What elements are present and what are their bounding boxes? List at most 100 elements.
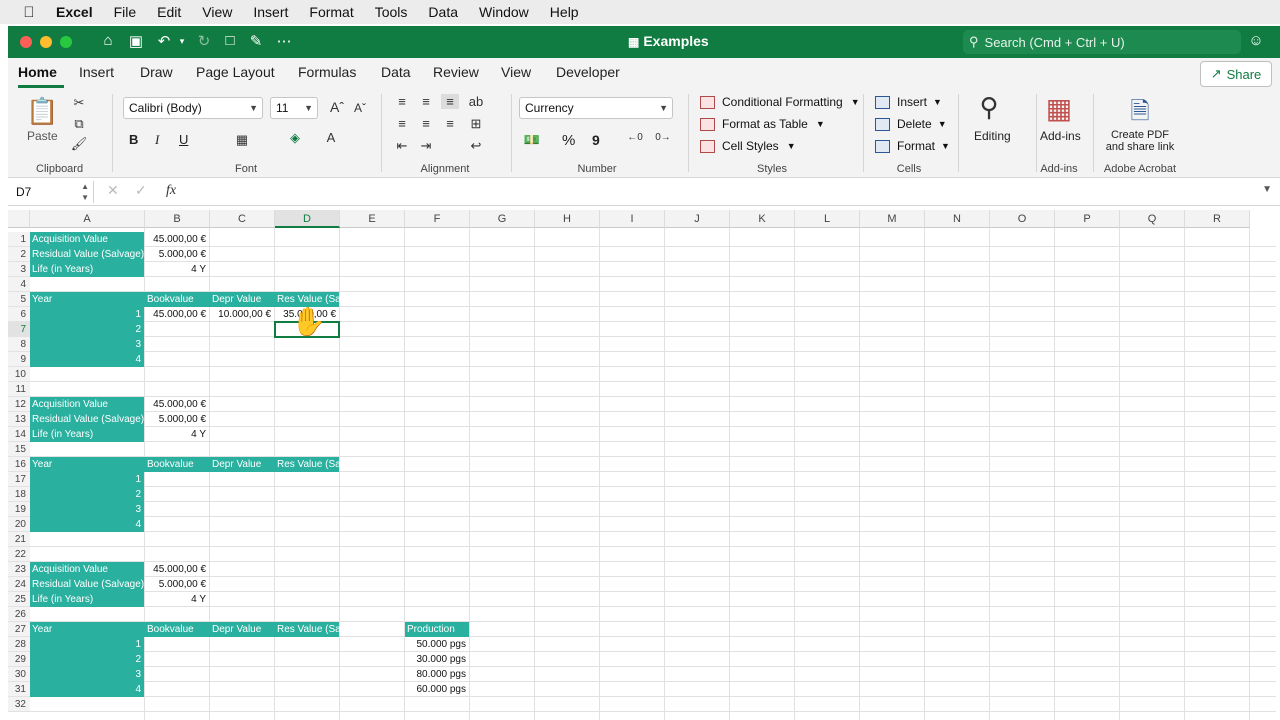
cell-a16[interactable]: Year <box>30 457 144 472</box>
cell-f29[interactable]: 30.000 pgs <box>405 652 469 667</box>
column-header-m[interactable]: M <box>860 210 925 228</box>
undo-dropdown-icon[interactable]: ▾ <box>172 36 192 47</box>
share-link-label[interactable]: and share link <box>1103 141 1177 153</box>
menu-format[interactable]: Format <box>309 4 353 20</box>
row-header-1[interactable]: 1 <box>8 232 30 247</box>
undo-icon[interactable]: ↶ <box>154 32 174 50</box>
tab-data[interactable]: Data <box>381 64 411 80</box>
row-header-20[interactable]: 20 <box>8 517 30 532</box>
cell-f31[interactable]: 60.000 pgs <box>405 682 469 697</box>
column-header-q[interactable]: Q <box>1120 210 1185 228</box>
row-header-13[interactable]: 13 <box>8 412 30 427</box>
tab-developer[interactable]: Developer <box>556 64 620 80</box>
tab-page-layout[interactable]: Page Layout <box>196 64 275 80</box>
font-color-icon[interactable]: A <box>322 130 340 145</box>
row-header-32[interactable]: 32 <box>8 697 30 712</box>
row-header-11[interactable]: 11 <box>8 382 30 397</box>
cell-d27[interactable]: Res Value (Salvage) <box>275 622 404 637</box>
save-icon[interactable]: ▣ <box>126 32 146 50</box>
menu-file[interactable]: File <box>114 4 137 20</box>
cell-a18[interactable]: 2 <box>30 487 144 502</box>
font-size-select[interactable]: 11 ▼ <box>270 97 318 119</box>
cell-a5[interactable]: Year <box>30 292 144 307</box>
row-header-9[interactable]: 9 <box>8 352 30 367</box>
cell-b12[interactable]: 45.000,00 € <box>145 397 209 412</box>
editing-button[interactable]: Editing <box>974 129 1011 143</box>
cell-a25[interactable]: Life (in Years) <box>30 592 144 607</box>
column-header-n[interactable]: N <box>925 210 990 228</box>
tab-insert[interactable]: Insert <box>79 64 114 80</box>
zoom-window-button[interactable] <box>60 36 72 48</box>
insert-function-button[interactable]: fx <box>166 183 176 199</box>
cell-b3[interactable]: 4 Y <box>145 262 209 277</box>
row-header-19[interactable]: 19 <box>8 502 30 517</box>
row-header-14[interactable]: 14 <box>8 427 30 442</box>
cell-c6[interactable]: 10.000,00 € <box>210 307 274 322</box>
row-header-22[interactable]: 22 <box>8 547 30 562</box>
cell-a1[interactable]: Acquisition Value <box>30 232 144 247</box>
apple-icon[interactable]:  <box>20 4 38 21</box>
cell-a14[interactable]: Life (in Years) <box>30 427 144 442</box>
menu-edit[interactable]: Edit <box>157 4 181 20</box>
cell-f30[interactable]: 80.000 pgs <box>405 667 469 682</box>
cell-a23[interactable]: Acquisition Value <box>30 562 144 577</box>
column-header-r[interactable]: R <box>1185 210 1250 228</box>
align-right-icon[interactable]: ≡ <box>441 116 459 131</box>
accounting-format-icon[interactable]: 💵 <box>523 132 541 148</box>
feedback-icon[interactable]: ☺ <box>1246 32 1266 49</box>
align-left-icon[interactable]: ≡ <box>393 116 411 131</box>
bold-button[interactable]: B <box>129 132 138 147</box>
underline-button[interactable]: U <box>179 132 188 147</box>
tab-draw[interactable]: Draw <box>140 64 173 80</box>
increase-font-size-icon[interactable]: Aˆ <box>328 99 346 115</box>
cell-styles-button[interactable]: Cell Styles ▼ <box>700 139 796 153</box>
confirm-entry-icon[interactable]: ✓ <box>135 182 147 199</box>
decrease-font-size-icon[interactable]: Aˇ <box>351 101 369 115</box>
percent-style-button[interactable]: % <box>562 132 575 149</box>
menu-window[interactable]: Window <box>479 4 529 20</box>
share-button[interactable]: ↗ Share <box>1200 61 1272 87</box>
merge-center-icon[interactable]: ⊞ <box>467 116 485 132</box>
cell-a20[interactable]: 4 <box>30 517 144 532</box>
cell-a29[interactable]: 2 <box>30 652 144 667</box>
cell-b14[interactable]: 4 Y <box>145 427 209 442</box>
cell-d16[interactable]: Res Value (Salvage) <box>275 457 404 472</box>
cell-b1[interactable]: 45.000,00 € <box>145 232 209 247</box>
column-header-b[interactable]: B <box>145 210 210 228</box>
cell-a3[interactable]: Life (in Years) <box>30 262 144 277</box>
menu-data[interactable]: Data <box>428 4 458 20</box>
tab-home[interactable]: Home <box>18 64 57 80</box>
cell-a19[interactable]: 3 <box>30 502 144 517</box>
row-header-23[interactable]: 23 <box>8 562 30 577</box>
cell-a9[interactable]: 4 <box>30 352 144 367</box>
row-header-16[interactable]: 16 <box>8 457 30 472</box>
comma-style-button[interactable]: 9 <box>592 132 600 148</box>
wrap-text-icon[interactable]: ↩ <box>467 138 485 154</box>
borders-icon[interactable]: ▦ <box>233 132 251 148</box>
row-header-5[interactable]: 5 <box>8 292 30 307</box>
column-header-f[interactable]: F <box>405 210 470 228</box>
menu-help[interactable]: Help <box>550 4 579 20</box>
row-header-8[interactable]: 8 <box>8 337 30 352</box>
font-name-select[interactable]: Calibri (Body) ▼ <box>123 97 263 119</box>
row-header-15[interactable]: 15 <box>8 442 30 457</box>
align-top-icon[interactable]: ≡ <box>393 94 411 109</box>
column-header-j[interactable]: J <box>665 210 730 228</box>
cell-c27[interactable]: Depr Value <box>210 622 274 637</box>
add-ins-button[interactable]: Add-ins <box>1040 129 1081 143</box>
add-ins-icon[interactable]: ▦ <box>1043 92 1075 125</box>
cell-a12[interactable]: Acquisition Value <box>30 397 144 412</box>
paste-icon[interactable]: 📋 <box>26 96 58 127</box>
cell-a17[interactable]: 1 <box>30 472 144 487</box>
align-bottom-icon[interactable]: ≡ <box>441 94 459 109</box>
redo-icon[interactable]: ↻ <box>194 32 214 50</box>
cell-f27[interactable]: Production <box>405 622 469 637</box>
cell-b27[interactable]: Bookvalue <box>145 622 209 637</box>
menu-excel[interactable]: Excel <box>56 4 93 20</box>
column-header-i[interactable]: I <box>600 210 665 228</box>
row-header-25[interactable]: 25 <box>8 592 30 607</box>
cell-a7[interactable]: 2 <box>30 322 144 337</box>
column-header-o[interactable]: O <box>990 210 1055 228</box>
new-document-icon[interactable]: □ <box>220 32 240 49</box>
align-center-icon[interactable]: ≡ <box>417 116 435 131</box>
